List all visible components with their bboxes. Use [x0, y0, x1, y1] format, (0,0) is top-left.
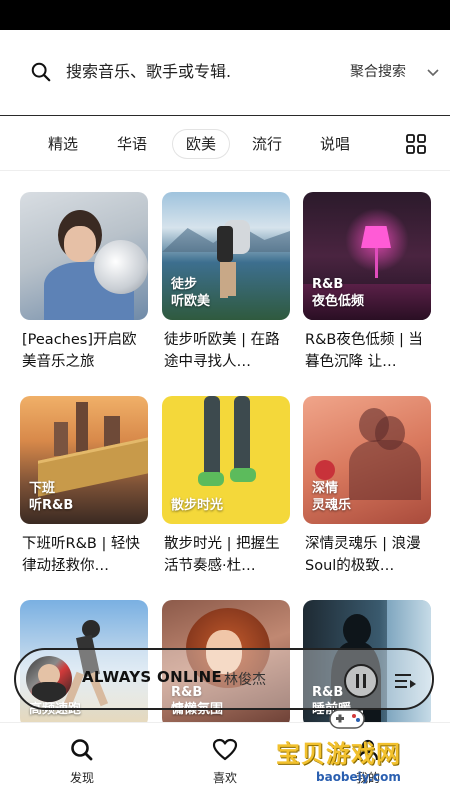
- tab-jingxuan[interactable]: 精选: [48, 129, 78, 159]
- playlist-title: 下班听R&B | 轻快律动拯救你…: [22, 536, 140, 574]
- playlist-title: R&B夜色低频 | 当暮色沉降 让…: [305, 332, 423, 370]
- search-bar[interactable]: 搜索音乐、歌手或专辑. 聚合搜索: [0, 30, 450, 116]
- heart-icon: [212, 738, 238, 761]
- cover-tag: 下班 听R&B: [29, 481, 74, 513]
- tab-huayu[interactable]: 华语: [117, 129, 147, 159]
- playlist-cover: 深情 灵魂乐: [303, 396, 431, 524]
- chevron-down-icon: [427, 69, 439, 77]
- search-mode-dropdown[interactable]: 聚合搜索: [300, 30, 450, 116]
- watermark-text: 宝贝游戏网: [276, 740, 401, 768]
- nav-discover[interactable]: 发现: [47, 737, 117, 786]
- playlist-grid: [Peaches]开启欧美音乐之旅 徒步 听欧美 徒步听欧美 | 在路途中寻找人…: [0, 172, 450, 722]
- nav-favorites[interactable]: 喜欢: [190, 737, 260, 786]
- playlist-title: 深情灵魂乐 | 浪漫Soul的极致…: [305, 536, 421, 574]
- nav-label: 发现: [69, 771, 94, 785]
- grid-icon[interactable]: [406, 134, 426, 154]
- playlist-icon[interactable]: [392, 668, 418, 694]
- status-bar: [0, 0, 450, 30]
- tab-oumei[interactable]: 欧美: [172, 129, 231, 159]
- playlist-cover: R&B 夜色低频: [303, 192, 431, 320]
- playlist-cover: [20, 192, 148, 320]
- cover-tag: R&B 夜色低频: [312, 277, 365, 309]
- cover-tag: 深情 灵魂乐: [312, 481, 352, 513]
- play-pause-button[interactable]: [344, 664, 378, 698]
- search-icon: [71, 739, 93, 761]
- watermark-url: baobeiy.com: [316, 770, 401, 784]
- playlist-title: 散步时光 | 把握生活节奏感·杜…: [164, 536, 280, 574]
- tab-liuxing[interactable]: 流行: [252, 129, 282, 159]
- now-playing-artist: 林俊杰: [224, 672, 266, 688]
- tab-shuochang[interactable]: 说唱: [320, 129, 350, 159]
- search-mode-label: 聚合搜索: [350, 64, 406, 80]
- playlist-cover: 下班 听R&B: [20, 396, 148, 524]
- watermark: 宝贝游戏网 baobeiy.com: [270, 700, 430, 800]
- playlist-cover: 徒步 听欧美: [162, 192, 290, 320]
- playlist-title: [Peaches]开启欧美音乐之旅: [22, 332, 137, 370]
- pause-icon: [356, 674, 366, 688]
- playlist-cover: 散步时光: [162, 396, 290, 524]
- search-icon: [31, 62, 51, 82]
- gamepad-icon: [329, 709, 365, 729]
- cover-tag: 散步时光: [171, 498, 224, 513]
- cover-tag: 徒步 听欧美: [171, 277, 211, 309]
- playlist-title: 徒步听欧美 | 在路途中寻找人…: [164, 332, 280, 370]
- now-playing-song: ALWAYS ONLINE: [82, 668, 223, 686]
- album-art: [26, 656, 72, 702]
- nav-label: 喜欢: [212, 771, 237, 785]
- category-tabs: 精选 华语 欧美 流行 说唱: [0, 117, 450, 171]
- search-input[interactable]: 搜索音乐、歌手或专辑.: [66, 61, 231, 83]
